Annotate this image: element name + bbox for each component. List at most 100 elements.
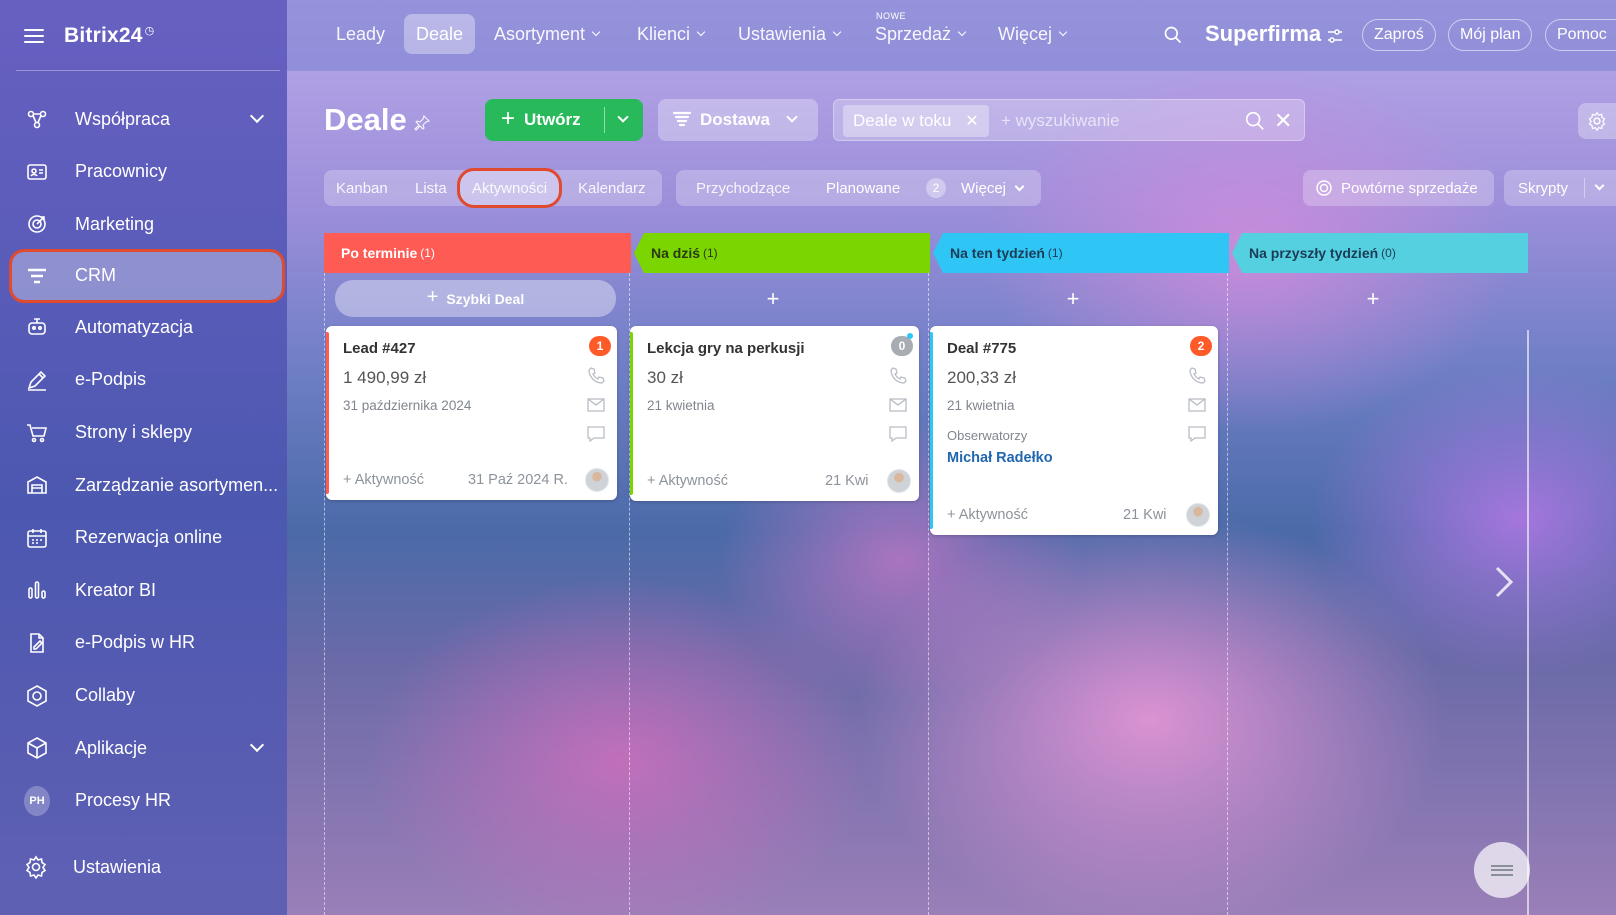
- add-deal-today-button[interactable]: +: [753, 284, 793, 314]
- board-edge: [1527, 330, 1529, 915]
- sidebar-item-crm[interactable]: CRM: [9, 248, 285, 303]
- column-this-week[interactable]: Na ten tydzień (1): [933, 233, 1229, 273]
- tab-kanban[interactable]: Kanban: [336, 170, 388, 206]
- help-button[interactable]: Pomoc: [1545, 19, 1616, 51]
- close-icon[interactable]: ✕: [965, 111, 978, 131]
- mail-icon[interactable]: [586, 395, 606, 415]
- tab-label: Klienci: [637, 23, 691, 44]
- filter-wiecej[interactable]: Więcej: [961, 170, 1025, 206]
- mail-icon[interactable]: [888, 395, 908, 415]
- column-next-week[interactable]: Na przyszły tydzień (0): [1232, 233, 1528, 273]
- plus-icon: +: [501, 104, 516, 132]
- tab-asortyment[interactable]: Asortyment: [494, 14, 601, 54]
- clear-icon[interactable]: ✕: [1274, 108, 1292, 134]
- add-activity-link[interactable]: + Aktywność: [343, 472, 424, 488]
- sidebar-item-ustawienia[interactable]: Ustawienia: [24, 855, 161, 879]
- card-price: 30 zł: [647, 368, 683, 387]
- sidebar-item-procesy-hr[interactable]: PH Procesy HR: [12, 776, 282, 826]
- company-name[interactable]: Superfirma: [1205, 21, 1321, 47]
- chevron-down-icon: [249, 738, 265, 753]
- my-plan-button[interactable]: Mój plan: [1448, 19, 1533, 51]
- filter-search-box: Deale w toku ✕ ✕: [833, 99, 1305, 141]
- filter-przychodzace[interactable]: Przychodzące: [696, 170, 790, 206]
- sidebar-item-collaby[interactable]: Collaby: [12, 671, 282, 721]
- card-title[interactable]: Lekcja gry na perkusji: [647, 340, 805, 357]
- card-status-strip: [630, 332, 633, 495]
- filter-planowane[interactable]: Planowane: [826, 170, 900, 206]
- column-title: Na dziś: [651, 245, 701, 261]
- pin-icon[interactable]: [413, 114, 431, 132]
- add-deal-this-week-button[interactable]: +: [1053, 284, 1093, 314]
- sidebar-item-rezerwacja[interactable]: Rezerwacja online: [12, 513, 282, 563]
- search-icon[interactable]: [1244, 110, 1266, 132]
- card-title[interactable]: Lead #427: [343, 340, 416, 357]
- sidebar-item-strony[interactable]: Strony i sklepy: [12, 408, 282, 458]
- sidebar-item-asortyment[interactable]: Zarządzanie asortymen...: [12, 460, 282, 510]
- tab-kalendarz[interactable]: Kalendarz: [578, 170, 646, 206]
- sidebar-item-pracownicy[interactable]: Pracownicy: [12, 147, 282, 197]
- search-input[interactable]: [1001, 107, 1251, 135]
- phone-icon[interactable]: [888, 366, 908, 386]
- menu-icon[interactable]: [24, 28, 44, 44]
- search-icon[interactable]: [1163, 25, 1183, 45]
- add-activity-link[interactable]: + Aktywność: [947, 507, 1028, 523]
- tab-lista[interactable]: Lista: [415, 170, 447, 206]
- tab-klienci[interactable]: Klienci: [637, 14, 706, 54]
- tab-sprzedaz[interactable]: Sprzedaż: [875, 14, 967, 54]
- avatar[interactable]: [585, 468, 609, 492]
- column-today[interactable]: Na dziś (1): [634, 233, 930, 273]
- sidebar-item-automatyzacja[interactable]: Automatyzacja: [12, 302, 282, 352]
- deal-card[interactable]: Lekcja gry na perkusji 0 30 zł 21 kwietn…: [630, 326, 919, 501]
- phone-icon[interactable]: [1187, 366, 1207, 386]
- chevron-down-icon[interactable]: [617, 111, 629, 123]
- tab-deale[interactable]: Deale: [404, 14, 476, 54]
- sidebar-item-aplikacje[interactable]: Aplikacje: [12, 723, 282, 773]
- funnel-icon: [672, 111, 692, 127]
- add-activity-link[interactable]: + Aktywność: [647, 473, 728, 489]
- avatar[interactable]: [1186, 503, 1210, 527]
- sidebar-item-kreator-bi[interactable]: Kreator BI: [12, 565, 282, 615]
- logo[interactable]: Bitrix24 ◷: [64, 24, 154, 48]
- deal-card[interactable]: Lead #427 1 1 490,99 zł 31 października …: [326, 326, 617, 500]
- scripts-button[interactable]: Skrypty: [1504, 170, 1616, 206]
- phone-icon[interactable]: [586, 366, 606, 386]
- sidebar-item-e-podpis[interactable]: e-Podpis: [12, 355, 282, 405]
- settings-gear-button[interactable]: [1578, 103, 1616, 139]
- notification-dot: [907, 333, 913, 339]
- tab-label: Sprzedaż: [875, 23, 952, 44]
- card-title[interactable]: Deal #775: [947, 340, 1016, 357]
- sidebar-item-e-podpis-hr[interactable]: e-Podpis w HR: [12, 618, 282, 668]
- chevron-right-icon[interactable]: [1494, 565, 1514, 599]
- chat-icon[interactable]: [888, 424, 908, 444]
- invite-button[interactable]: Zaproś: [1362, 19, 1436, 51]
- tab-aktywnosci[interactable]: Aktywności: [456, 168, 563, 208]
- tab-leady[interactable]: Leady: [336, 14, 385, 54]
- tab-wiecej[interactable]: Więcej: [998, 14, 1068, 54]
- avatar[interactable]: [887, 469, 911, 493]
- card-actions: [888, 366, 908, 453]
- list-menu-button[interactable]: [1474, 842, 1530, 898]
- column-overdue[interactable]: Po terminie (1): [324, 233, 631, 273]
- view-switcher: Kanban Lista Aktywności Kalendarz: [324, 168, 662, 208]
- tab-ustawienia[interactable]: Ustawienia: [738, 14, 842, 54]
- chat-icon[interactable]: [586, 424, 606, 444]
- observer-link[interactable]: Michał Radełko: [947, 450, 1053, 466]
- pipeline-selector[interactable]: Dostawa: [658, 99, 818, 141]
- sidebar-item-label: Strony i sklepy: [75, 422, 193, 443]
- chat-icon[interactable]: [1187, 424, 1207, 444]
- chevron-down-icon[interactable]: [1594, 180, 1605, 191]
- chevron-down-icon: [957, 27, 967, 37]
- sidebar-item-wspolpraca[interactable]: Współpraca: [12, 94, 282, 144]
- quick-deal-button[interactable]: + Szybki Deal: [335, 280, 616, 317]
- sidebar-item-marketing[interactable]: Marketing: [12, 199, 282, 249]
- add-deal-next-week-button[interactable]: +: [1353, 284, 1393, 314]
- filter-chip[interactable]: Deale w toku ✕: [843, 105, 989, 137]
- sidebar-item-label: Procesy HR: [75, 790, 172, 811]
- ph-avatar: PH: [24, 785, 50, 816]
- create-button[interactable]: + Utwórz: [485, 99, 643, 141]
- mail-icon[interactable]: [1187, 395, 1207, 415]
- repeat-sales-button[interactable]: Powtórne sprzedaże: [1303, 170, 1494, 206]
- activity-filter: Przychodzące Planowane 2 Więcej: [676, 170, 1041, 206]
- deal-card[interactable]: Deal #775 2 200,33 zł 21 kwietnia Obserw…: [930, 326, 1218, 535]
- sliders-icon[interactable]: [1327, 28, 1343, 44]
